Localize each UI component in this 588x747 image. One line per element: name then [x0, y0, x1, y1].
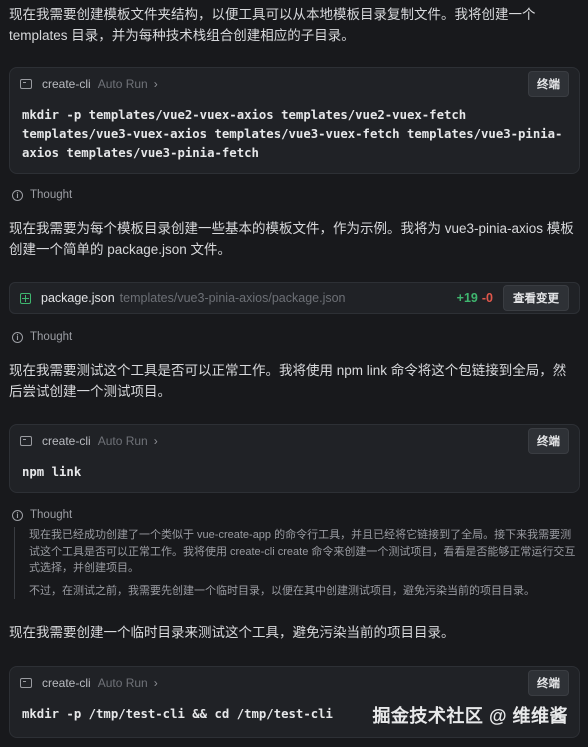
open-terminal-button[interactable]: 终端: [528, 71, 569, 97]
command-text: mkdir -p templates/vue2-vuex-axios templ…: [22, 108, 563, 160]
chevron-right-icon[interactable]: ›: [154, 434, 158, 448]
auto-run-label[interactable]: Auto Run: [98, 434, 148, 448]
assistant-message: 现在我需要创建一个临时目录来测试这个工具，避免污染当前的项目目录。: [9, 625, 455, 640]
file-added-icon: [20, 292, 31, 304]
open-terminal-button[interactable]: 终端: [528, 428, 569, 454]
file-change-card[interactable]: package.json templates/vue3-pinia-axios/…: [9, 282, 580, 314]
terminal-card-header: create-cli Auto Run › 终端: [10, 425, 579, 457]
assistant-message: 现在我需要测试这个工具是否可以正常工作。我将使用 npm link 命令将这个包…: [9, 363, 567, 399]
open-terminal-button[interactable]: 终端: [528, 670, 569, 696]
file-path: templates/vue3-pinia-axios/package.json: [119, 291, 346, 305]
terminal-card-header: create-cli Auto Run › 终端: [10, 68, 579, 100]
terminal-icon: [20, 436, 32, 446]
info-icon: i: [12, 509, 23, 521]
assistant-message: 现在我需要为每个模板目录创建一些基本的模板文件，作为示例。我将为 vue3-pi…: [9, 221, 574, 257]
thought-label: Thought: [30, 331, 73, 343]
terminal-icon: [20, 678, 32, 688]
terminal-command-card: create-cli Auto Run › 终端 mkdir -p templa…: [9, 67, 580, 174]
auto-run-label[interactable]: Auto Run: [98, 77, 148, 91]
lines-added: +19: [456, 291, 478, 305]
assistant-message: 现在我需要创建模板文件夹结构，以便工具可以从本地模板目录复制文件。我将创建一个 …: [9, 7, 536, 43]
thought-label: Thought: [30, 189, 73, 201]
terminal-cwd-name: create-cli: [42, 676, 91, 690]
thought-text: 不过，在测试之前，我需要先创建一个临时目录，以便在其中创建测试项目，避免污染当前…: [29, 584, 535, 597]
thought-toggle[interactable]: i Thought: [12, 331, 72, 343]
file-name: package.json: [41, 291, 115, 305]
thought-toggle[interactable]: i Thought: [12, 189, 72, 201]
command-text: npm link: [22, 465, 82, 479]
chevron-right-icon[interactable]: ›: [154, 676, 158, 690]
watermark: 掘金技术社区 @ 维维酱: [372, 706, 568, 726]
auto-run-label[interactable]: Auto Run: [98, 676, 148, 690]
terminal-command-card: create-cli Auto Run › 终端 npm link: [9, 424, 580, 493]
info-icon: i: [12, 331, 23, 343]
thought-label: Thought: [30, 509, 73, 521]
chevron-right-icon[interactable]: ›: [154, 77, 158, 91]
terminal-cwd-name: create-cli: [42, 77, 91, 91]
terminal-cwd-name: create-cli: [42, 434, 91, 448]
lines-removed: -0: [481, 291, 493, 305]
terminal-card-header: create-cli Auto Run › 终端: [10, 667, 579, 699]
view-changes-button[interactable]: 查看变更: [503, 285, 569, 311]
thought-content: 现在我已经成功创建了一个类似于 vue-create-app 的命令行工具，并且…: [14, 527, 579, 599]
thought-toggle[interactable]: i Thought: [12, 509, 72, 521]
terminal-icon: [20, 79, 32, 89]
thought-text: 现在我已经成功创建了一个类似于 vue-create-app 的命令行工具，并且…: [29, 529, 576, 574]
info-icon: i: [12, 189, 23, 201]
